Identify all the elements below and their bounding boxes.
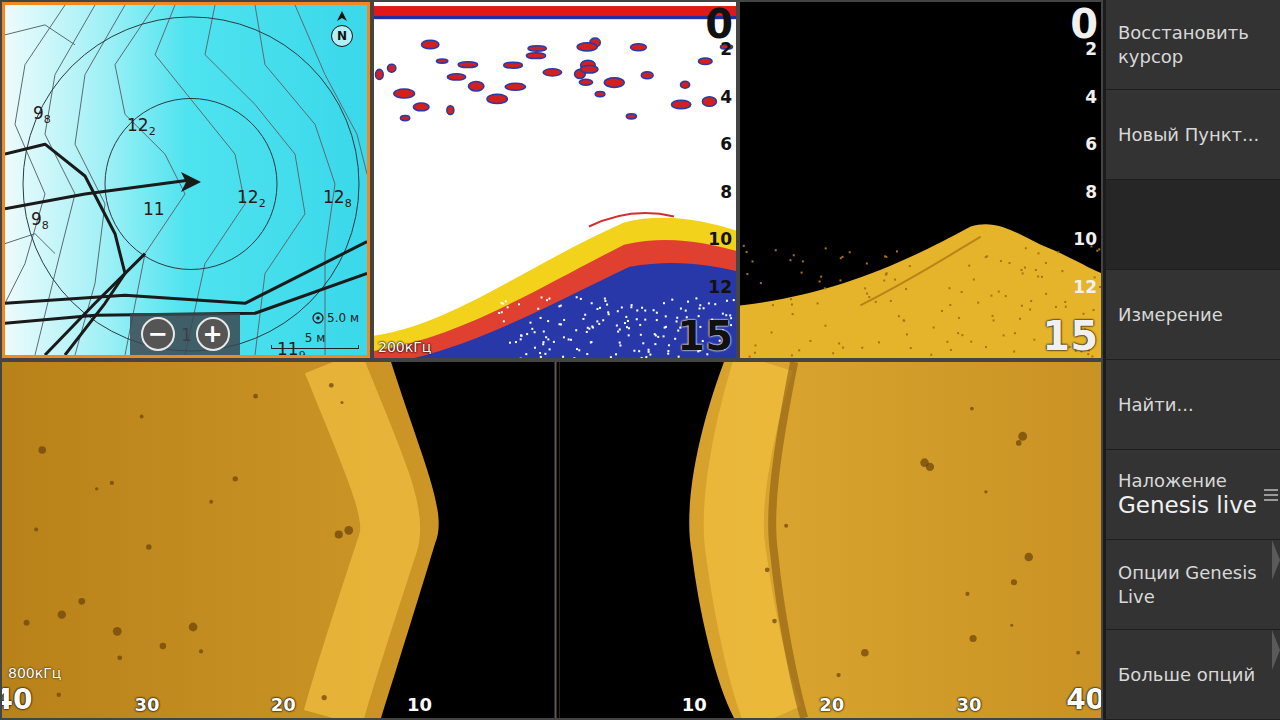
depth-top-label: 0 [1070, 4, 1098, 44]
menu-item-text: Измерение [1118, 303, 1223, 326]
drag-handle-icon[interactable] [1264, 485, 1278, 505]
fishfinder-screen: 9812211122128981119N−+5.0 м5 м0246810121… [0, 0, 1280, 720]
submenu-arrow-icon [1272, 540, 1280, 580]
north-compass[interactable]: N [331, 11, 353, 47]
menu-item[interactable]: Найти... [1106, 360, 1280, 450]
range-tick: 20 [271, 696, 296, 714]
menu-item-text: Больше опций [1118, 663, 1255, 686]
frequency-label: 200кГц [378, 340, 431, 354]
top-row: 9812211122128981119N−+5.0 м5 м0246810121… [2, 2, 1101, 358]
depth-bottom-label: 15 [677, 316, 733, 356]
depth-tick: 12 [708, 278, 732, 295]
menu-item[interactable]: Опции Genesis Live [1106, 540, 1280, 630]
frequency-label: 800кГц [8, 666, 61, 680]
depth-tick: 8 [720, 183, 732, 200]
depth-sounding: 128 [323, 189, 352, 209]
downscan-pane[interactable]: 02 4 6 8 10 12 15 [740, 2, 1101, 358]
menu-item-text: НаложениеGenesis live [1118, 469, 1257, 520]
sonar-2d-pane[interactable]: 02 4 6 8 10 12 15 200кГц [374, 2, 736, 358]
ring-icon [312, 312, 324, 324]
depth-tick: 2 [1085, 41, 1097, 58]
range-ring-label: 5.0 м [312, 311, 359, 325]
depth-sounding: 98 [31, 211, 49, 231]
depth-tick: 10 [708, 231, 732, 248]
depth-tick: 2 [720, 41, 732, 58]
chart-pane[interactable]: 9812211122128981119N−+5.0 м5 м [2, 2, 370, 358]
depth-sounding: 98 [33, 105, 51, 125]
north-arrow-icon [336, 11, 348, 25]
menu-item[interactable]: Восстановить курсор [1106, 0, 1280, 90]
menu-item[interactable]: Измерение [1106, 270, 1280, 360]
depth-top-label: 0 [705, 4, 733, 44]
scale-bar: 5 м [271, 332, 359, 349]
range-tick: 40 [2, 686, 32, 714]
depth-tick: 8 [1085, 183, 1097, 200]
depth-tick: 6 [720, 136, 732, 153]
menu-item[interactable] [1106, 180, 1280, 270]
depth-tick: 4 [720, 88, 732, 105]
menu-item-text: Опции Genesis Live [1118, 561, 1270, 608]
sonar-2d-image [374, 2, 736, 358]
menu-item-text: Восстановить курсор [1118, 21, 1270, 68]
menu-item-value: Genesis live [1118, 492, 1257, 520]
zoom-out-button[interactable]: − [141, 317, 175, 351]
depth-sounding: 119 [277, 341, 306, 358]
zoom-controls: −+ [130, 313, 240, 355]
depth-bottom-label: 15 [1042, 316, 1098, 356]
menu-item[interactable]: НаложениеGenesis live [1106, 450, 1280, 540]
menu-item[interactable]: Больше опций [1106, 630, 1280, 720]
range-tick: 30 [957, 696, 982, 714]
side-menu: Восстановить курсор Новый Пункт... Измерен… [1103, 0, 1280, 720]
depth-sounding: 11 [143, 201, 165, 221]
depth-tick: 10 [1073, 231, 1097, 248]
depth-tick: 12 [1073, 278, 1097, 295]
sidescan-image [2, 362, 1101, 718]
panes: 9812211122128981119N−+5.0 м5 м0246810121… [0, 0, 1103, 720]
depth-sounding: 122 [127, 117, 156, 137]
depth-sounding: 122 [237, 189, 266, 209]
menu-item[interactable]: Новый Пункт... [1106, 90, 1280, 180]
chart-map[interactable] [5, 5, 367, 355]
range-tick: 40 [1066, 686, 1101, 714]
menu-item-text: Новый Пункт... [1118, 123, 1259, 146]
boat-icon [181, 172, 201, 192]
depth-tick: 6 [1085, 136, 1097, 153]
sidescan-pane[interactable]: 800кГц 40 30 20 10 10 20 30 40 [2, 362, 1101, 718]
downscan-image [740, 2, 1101, 358]
range-tick: 10 [407, 696, 432, 714]
zoom-in-button[interactable]: + [196, 317, 230, 351]
submenu-arrow-icon [1272, 630, 1280, 670]
range-tick: 30 [135, 696, 160, 714]
range-tick: 20 [819, 696, 844, 714]
range-tick: 10 [682, 696, 707, 714]
menu-item-text: Найти... [1118, 393, 1194, 416]
depth-tick: 4 [1085, 88, 1097, 105]
